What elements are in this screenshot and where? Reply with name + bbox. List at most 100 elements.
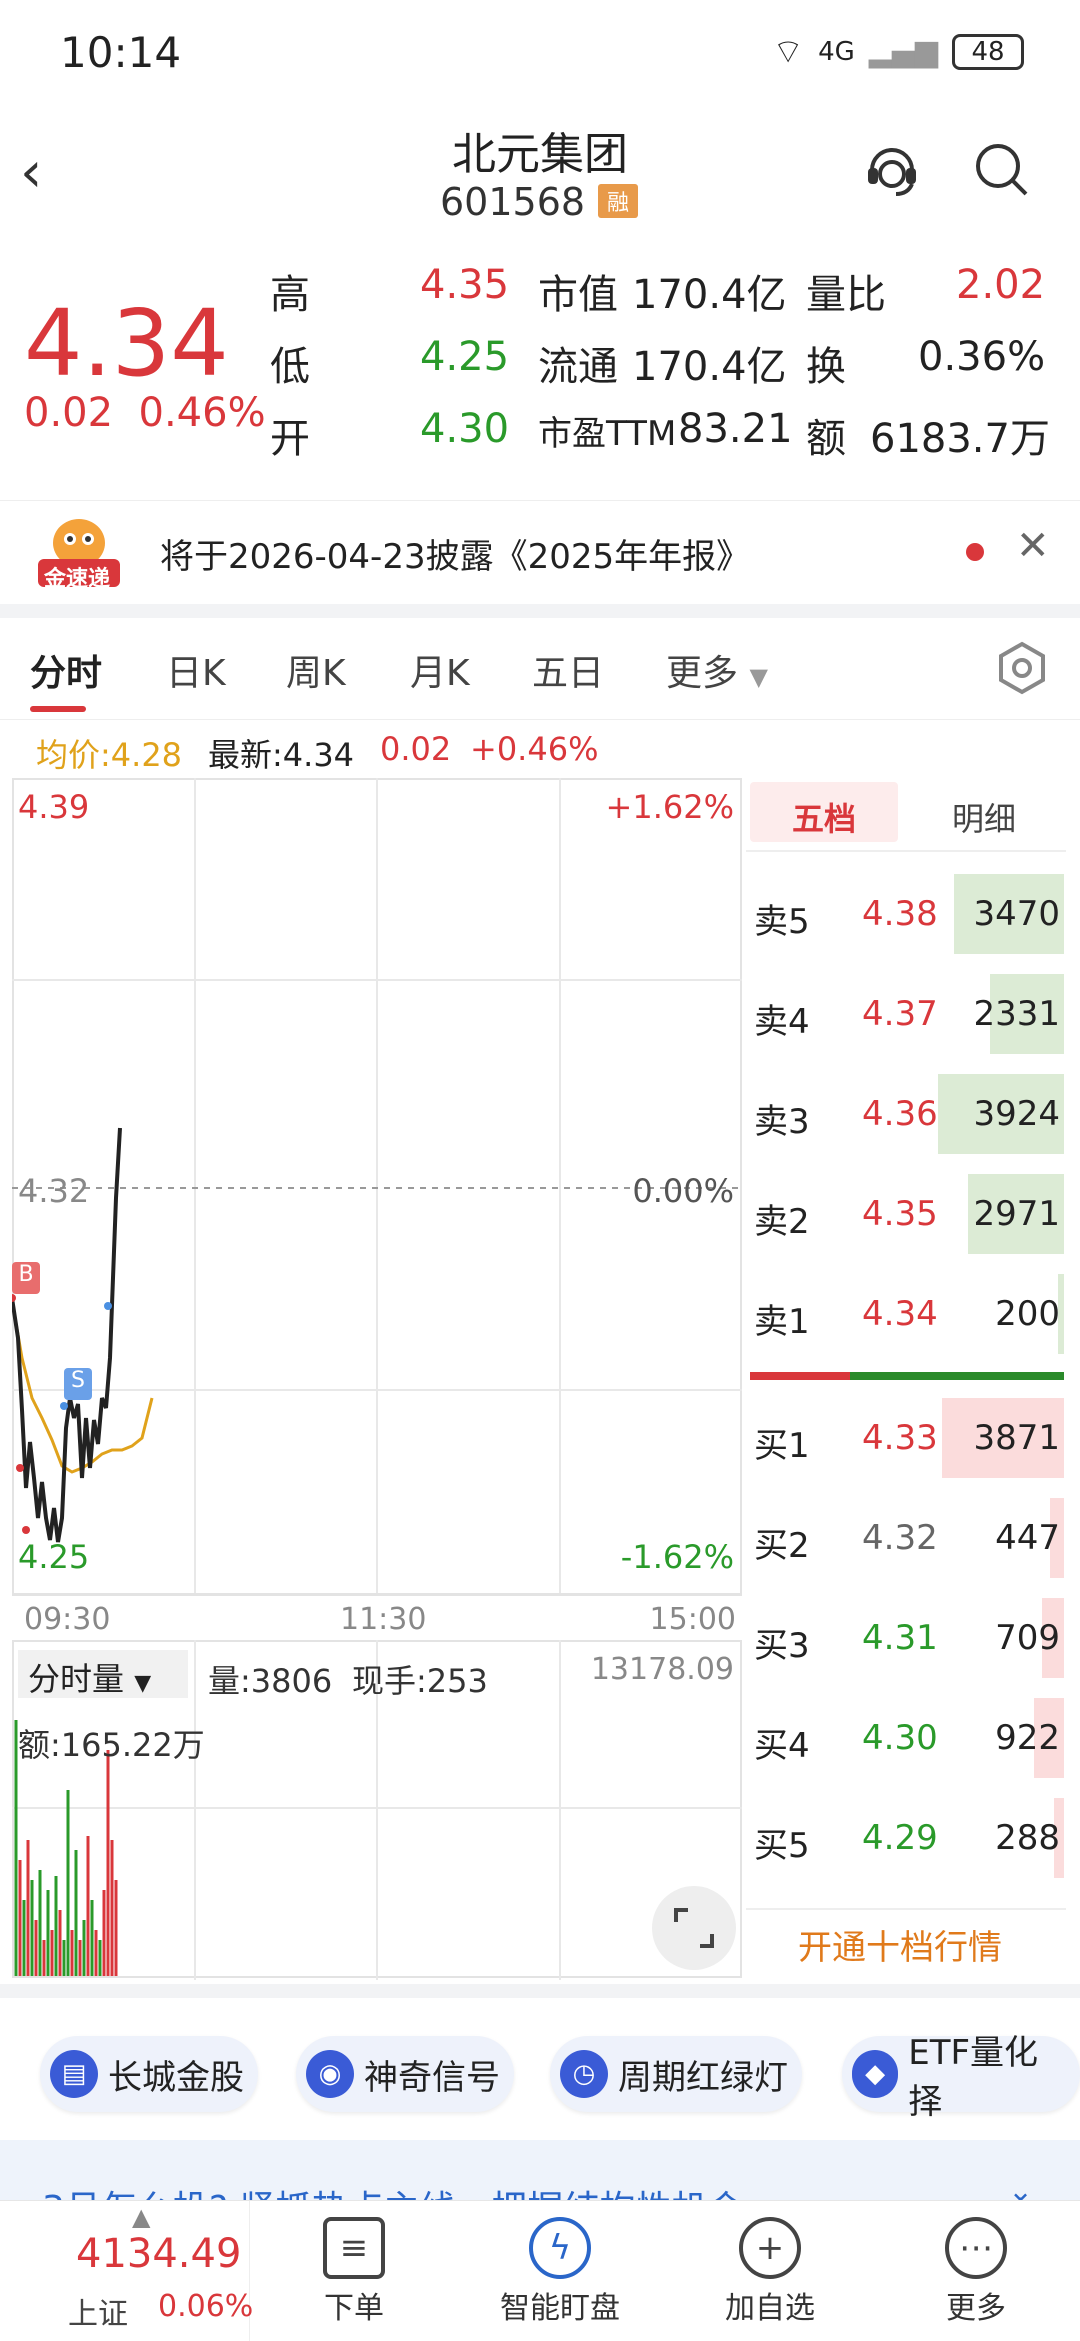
high-value: 4.35 bbox=[420, 262, 510, 308]
diamond-icon: ◆ bbox=[852, 2050, 899, 2098]
bid-row-2[interactable]: 买2 4.32 447 bbox=[746, 1488, 1066, 1588]
ask-row-3[interactable]: 卖3 4.36 3924 bbox=[746, 1064, 1066, 1164]
chip-great-wall-stock[interactable]: ▤ 长城金股 bbox=[40, 2036, 258, 2112]
pe-value: 83.21 bbox=[678, 406, 793, 452]
chevron-down-icon: ⌄ bbox=[1008, 2174, 1034, 2200]
tab-detail[interactable]: 明细 bbox=[952, 794, 1016, 840]
y-axis-top: 4.39 bbox=[18, 788, 90, 826]
jinsudi-logo: 金速递 bbox=[34, 515, 124, 592]
separator bbox=[0, 1984, 1080, 1998]
bid-row-5[interactable]: 买5 4.29 288 bbox=[746, 1788, 1066, 1888]
chart-tabs: 分时 日K 周K 月K 五日 更多 ▼ bbox=[0, 620, 1080, 720]
nav-place-order[interactable]: ≡ 下单 bbox=[264, 2217, 444, 2327]
low-label: 低 bbox=[270, 344, 310, 390]
chip-magic-signal[interactable]: ◉ 神奇信号 bbox=[296, 2036, 514, 2112]
nav-smart-watch[interactable]: ϟ 智能盯盘 bbox=[470, 2217, 650, 2327]
latest-pct: +0.46% bbox=[470, 730, 599, 768]
pe-label: 市盈TTM bbox=[538, 414, 677, 454]
volume-sum: 额:165.22万 bbox=[18, 1726, 205, 1764]
avg-price: 均价:4.28 bbox=[36, 736, 183, 774]
chevron-up-icon: ▲ bbox=[132, 2203, 151, 2231]
signal-icon: ◉ bbox=[306, 2050, 354, 2098]
clock: 10:14 bbox=[60, 28, 182, 77]
ask-row-2[interactable]: 卖2 4.35 2971 bbox=[746, 1164, 1066, 1264]
latest-price: 最新:4.34 bbox=[208, 736, 355, 774]
stock-header: ‹ 北元集团 601568 融 bbox=[0, 100, 1080, 240]
tab-daily-k[interactable]: 日K bbox=[166, 644, 226, 696]
clock-icon: ◷ bbox=[560, 2050, 608, 2098]
chip-etf-quant[interactable]: ◆ ETF量化择 bbox=[842, 2033, 1080, 2122]
document-icon: ▤ bbox=[50, 2050, 98, 2098]
volume-selector[interactable]: 分时量 ▼ bbox=[18, 1650, 188, 1698]
open-value: 4.30 bbox=[420, 406, 510, 452]
price-summary: 均价:4.28 最新:4.34 0.02 +0.46% bbox=[0, 724, 1080, 780]
bid-ratio-bar bbox=[750, 1372, 850, 1380]
more-icon: ⋯ bbox=[945, 2217, 1007, 2279]
settings-icon[interactable] bbox=[994, 640, 1050, 696]
buy-marker[interactable]: B bbox=[12, 1262, 40, 1294]
chevron-down-icon: ▼ bbox=[134, 1671, 152, 1696]
open-ten-level-link[interactable]: 开通十档行情 bbox=[798, 1920, 1002, 1969]
index-ticker[interactable]: ▲ 4134.49 上证 0.06% bbox=[0, 2201, 253, 2341]
status-icons: ⌔ 4G ▂▄▆ 48 bbox=[772, 30, 1024, 73]
tab-monthly-k[interactable]: 月K bbox=[410, 644, 470, 696]
promo-banner[interactable]: 3月怎么投? 紧抓热点主线，把握结构性机会 ⌄ bbox=[0, 2140, 1080, 2200]
bid-row-3[interactable]: 买3 4.31 709 bbox=[746, 1588, 1066, 1688]
status-bar: 10:14 ⌔ 4G ▂▄▆ 48 bbox=[0, 0, 1080, 100]
unread-dot bbox=[966, 543, 984, 561]
market-cap-value: 170.4亿 bbox=[632, 272, 787, 318]
tab-weekly-k[interactable]: 周K bbox=[286, 644, 346, 696]
float-cap-value: 170.4亿 bbox=[632, 344, 787, 390]
time-label-close: 15:00 bbox=[649, 1602, 736, 1637]
customer-service-icon[interactable] bbox=[862, 140, 922, 200]
wifi-icon: ⌔ bbox=[772, 32, 805, 72]
low-value: 4.25 bbox=[420, 334, 510, 380]
time-label-open: 09:30 bbox=[24, 1602, 111, 1637]
pct-axis-mid: 0.00% bbox=[632, 1172, 734, 1210]
sell-marker[interactable]: S bbox=[64, 1368, 92, 1400]
open-label: 开 bbox=[270, 416, 310, 462]
ask-row-4[interactable]: 卖4 4.37 2331 bbox=[746, 964, 1066, 1064]
tab-five-day[interactable]: 五日 bbox=[532, 644, 604, 696]
chip-cycle-light[interactable]: ◷ 周期红绿灯 bbox=[550, 2036, 802, 2112]
notice-bar[interactable]: 金速递 将于2026-04-23披露《2025年年报》 ✕ bbox=[0, 500, 1080, 600]
pct-axis-top: +1.62% bbox=[605, 788, 734, 826]
nav-more[interactable]: ⋯ 更多 bbox=[886, 2217, 1066, 2327]
turnover-label: 换 bbox=[806, 344, 846, 390]
index-value: 4134.49 bbox=[76, 2231, 242, 2277]
y-axis-mid: 4.32 bbox=[18, 1172, 90, 1210]
battery-icon: 48 bbox=[952, 33, 1024, 70]
notice-text: 将于2026-04-23披露《2025年年报》 bbox=[160, 537, 751, 577]
ask-ratio-bar bbox=[850, 1372, 1064, 1380]
vol-ratio-label: 量比 bbox=[806, 272, 886, 318]
close-icon[interactable]: ✕ bbox=[1016, 523, 1050, 569]
price-change: 0.02 0.46% bbox=[24, 390, 266, 436]
tab-five-level[interactable]: 五档 bbox=[792, 794, 856, 840]
intraday-chart[interactable]: 4.39 4.32 4.25 +1.62% 0.00% -1.62% B S bbox=[8, 778, 742, 1596]
signal-icon: 4G bbox=[818, 36, 855, 67]
tab-indicator bbox=[30, 706, 86, 712]
search-icon[interactable] bbox=[972, 140, 1032, 200]
ask-row-1[interactable]: 卖1 4.34 200 bbox=[746, 1264, 1066, 1364]
float-cap-label: 流通 bbox=[538, 344, 618, 390]
signal-chips: ▤ 长城金股 ◉ 神奇信号 ◷ 周期红绿灯 ◆ ETF量化择 bbox=[0, 2000, 1080, 2140]
add-icon: + bbox=[739, 2217, 801, 2279]
tab-more[interactable]: 更多 ▼ bbox=[666, 644, 768, 696]
ask-row-5[interactable]: 卖5 4.38 3470 bbox=[746, 864, 1066, 964]
margin-badge: 融 bbox=[598, 184, 638, 218]
signal-bars-icon: ▂▄▆ bbox=[868, 34, 938, 69]
order-icon: ≡ bbox=[323, 2217, 385, 2279]
order-book: 五档 明细 卖5 4.38 3470 卖4 4.37 2331 卖3 4.36 … bbox=[746, 778, 1070, 1978]
separator bbox=[0, 604, 1080, 618]
bid-row-4[interactable]: 买4 4.30 922 bbox=[746, 1688, 1066, 1788]
market-cap-label: 市值 bbox=[538, 272, 618, 318]
bid-row-1[interactable]: 买1 4.33 3871 bbox=[746, 1388, 1066, 1488]
tab-intraday[interactable]: 分时 bbox=[30, 644, 102, 696]
volume-chart[interactable]: 分时量 ▼ 量:3806 现手:253 13178.09 额:165.22万 bbox=[12, 1640, 742, 1980]
promo-text: 3月怎么投? 紧抓热点主线，把握结构性机会 bbox=[42, 2180, 743, 2200]
fullscreen-button[interactable] bbox=[652, 1886, 736, 1970]
nav-add-watchlist[interactable]: + 加自选 bbox=[680, 2217, 860, 2327]
expand-icon bbox=[674, 1908, 714, 1948]
y-axis-bottom: 4.25 bbox=[18, 1538, 90, 1576]
bottom-nav: ▲ 4134.49 上证 0.06% ≡ 下单 ϟ 智能盯盘 + 加自选 ⋯ 更… bbox=[0, 2200, 1080, 2341]
